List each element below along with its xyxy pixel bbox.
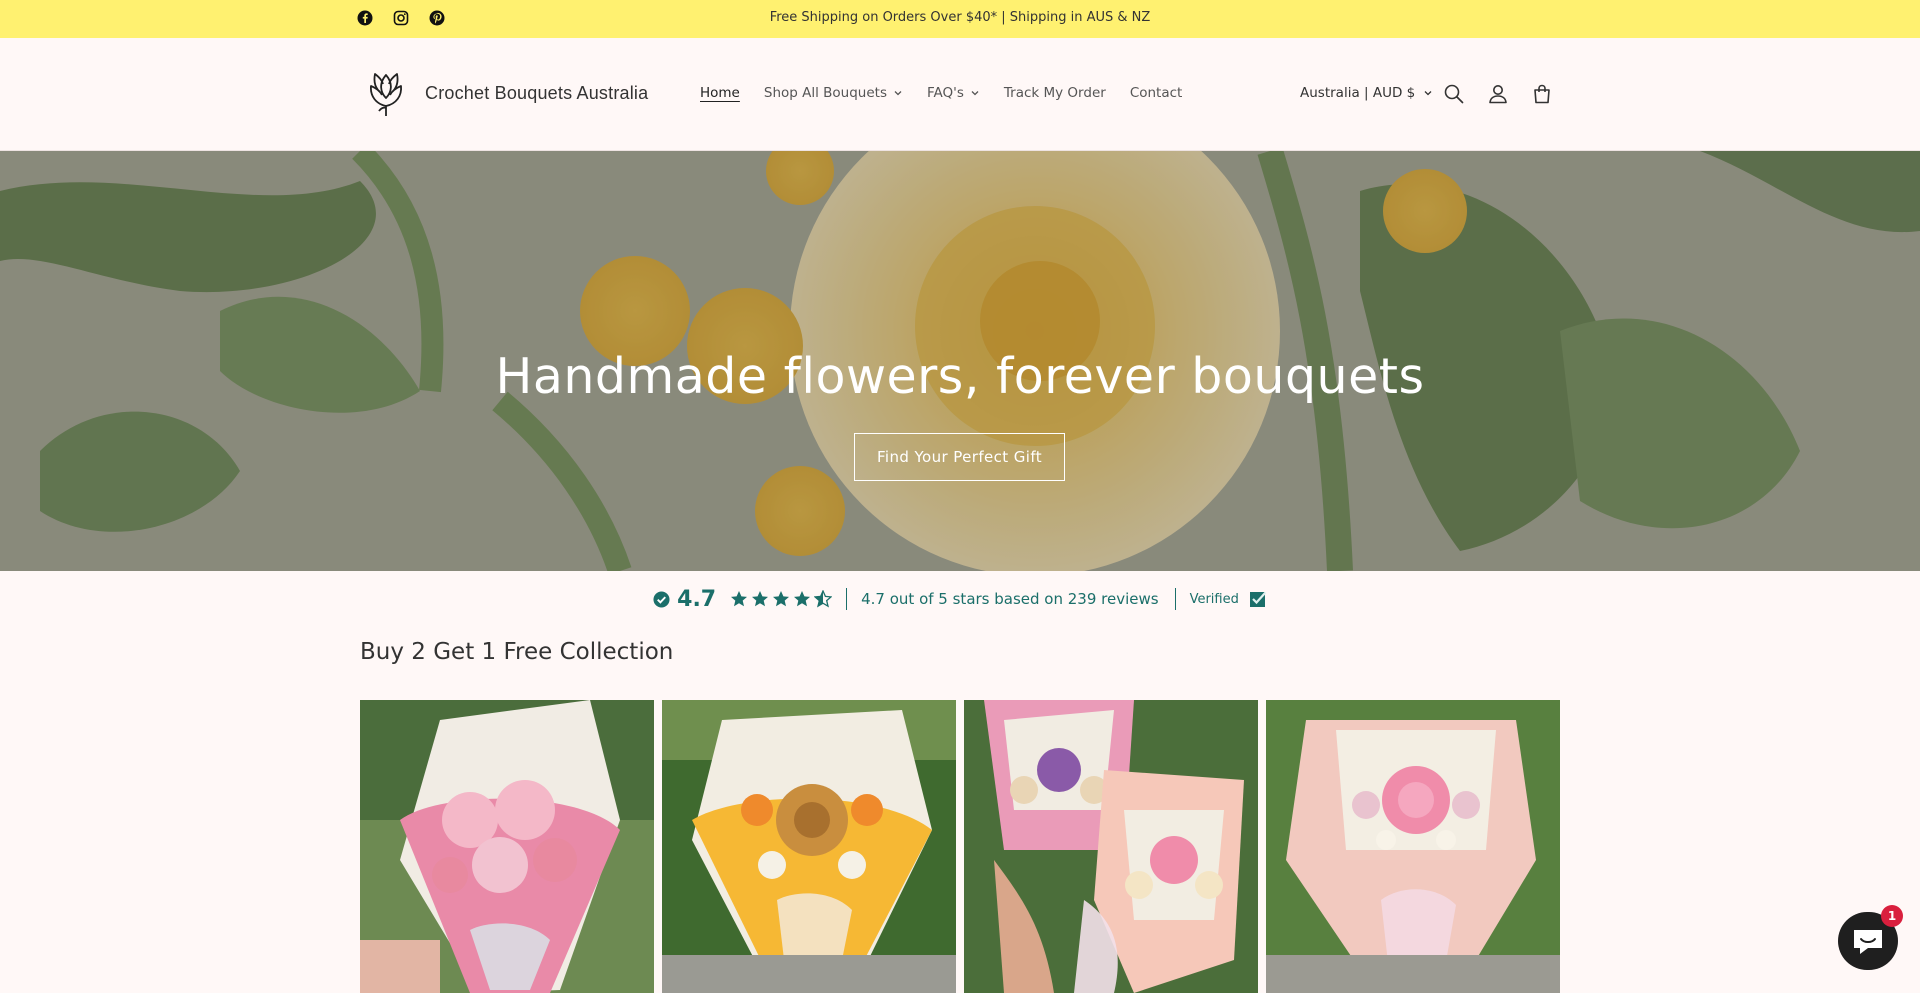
hero-title: Handmade flowers, forever bouquets [495,348,1425,405]
cart-icon[interactable] [1530,82,1554,106]
product-card[interactable] [360,700,654,993]
verified-label: Verified [1189,591,1239,607]
logo-flower-icon [370,73,402,116]
nav-faqs[interactable]: FAQ's [927,85,980,101]
divider [846,588,848,610]
rating-summary: 4.7 out of 5 stars based on 239 reviews [861,590,1159,608]
announcement-bar: Free Shipping on Orders Over $40* | Ship… [0,0,1920,38]
collection-title: Buy 2 Get 1 Free Collection [360,639,674,665]
nav-label: Track My Order [1003,85,1106,101]
nav-track-my-order[interactable]: Track My Order [1004,85,1106,101]
verified-badge-icon [1249,591,1267,607]
main-nav: Home Shop All Bouquets FAQ's Track My Or… [700,85,1182,101]
check-circle-icon [653,590,670,608]
nav-label: Contact [1129,85,1183,101]
product-card[interactable] [1266,700,1560,993]
nav-label: Home [700,85,740,101]
brand-name: Crochet Bouquets Australia [425,82,649,103]
product-card[interactable] [964,700,1258,993]
nav-shop-all-bouquets[interactable]: Shop All Bouquets [764,85,903,101]
chevron-down-icon [894,91,902,96]
nav-home[interactable]: Home [700,85,740,101]
product-image [1266,700,1560,993]
product-image [964,700,1258,993]
locale-selector[interactable]: Australia | AUD $ [1300,85,1433,101]
site-header: Crochet Bouquets Australia Home Shop All… [0,38,1920,151]
account-icon[interactable] [1486,82,1510,106]
logo-link[interactable]: Crochet Bouquets Australia [361,68,648,118]
star-icon [752,591,769,607]
star-icon [731,591,748,607]
rating-score: 4.7 [677,586,717,612]
product-image [662,700,956,993]
chat-notification-badge: 1 [1881,905,1903,927]
nav-contact[interactable]: Contact [1130,85,1183,101]
half-star-icon [814,590,833,608]
locale-label: Australia | AUD $ [1300,85,1416,101]
search-icon[interactable] [1442,82,1466,106]
nav-label: FAQ's [926,85,964,101]
star-icon [794,591,811,607]
find-gift-button[interactable]: Find Your Perfect Gift [854,433,1065,481]
announcement-text: Free Shipping on Orders Over $40* | Ship… [769,10,1151,25]
divider [1174,588,1176,610]
chevron-down-icon [1424,91,1432,96]
product-card[interactable] [662,700,956,993]
product-image [360,700,654,993]
rating-stars [730,590,833,608]
chevron-down-icon [971,91,979,96]
star-icon [773,591,790,607]
hero-banner: Handmade flowers, forever bouquets [0,151,1920,571]
nav-label: Shop All Bouquets [763,85,887,101]
reviews-bar[interactable]: 4.7 4.7 out of 5 stars based on 239 revi… [0,585,1920,613]
